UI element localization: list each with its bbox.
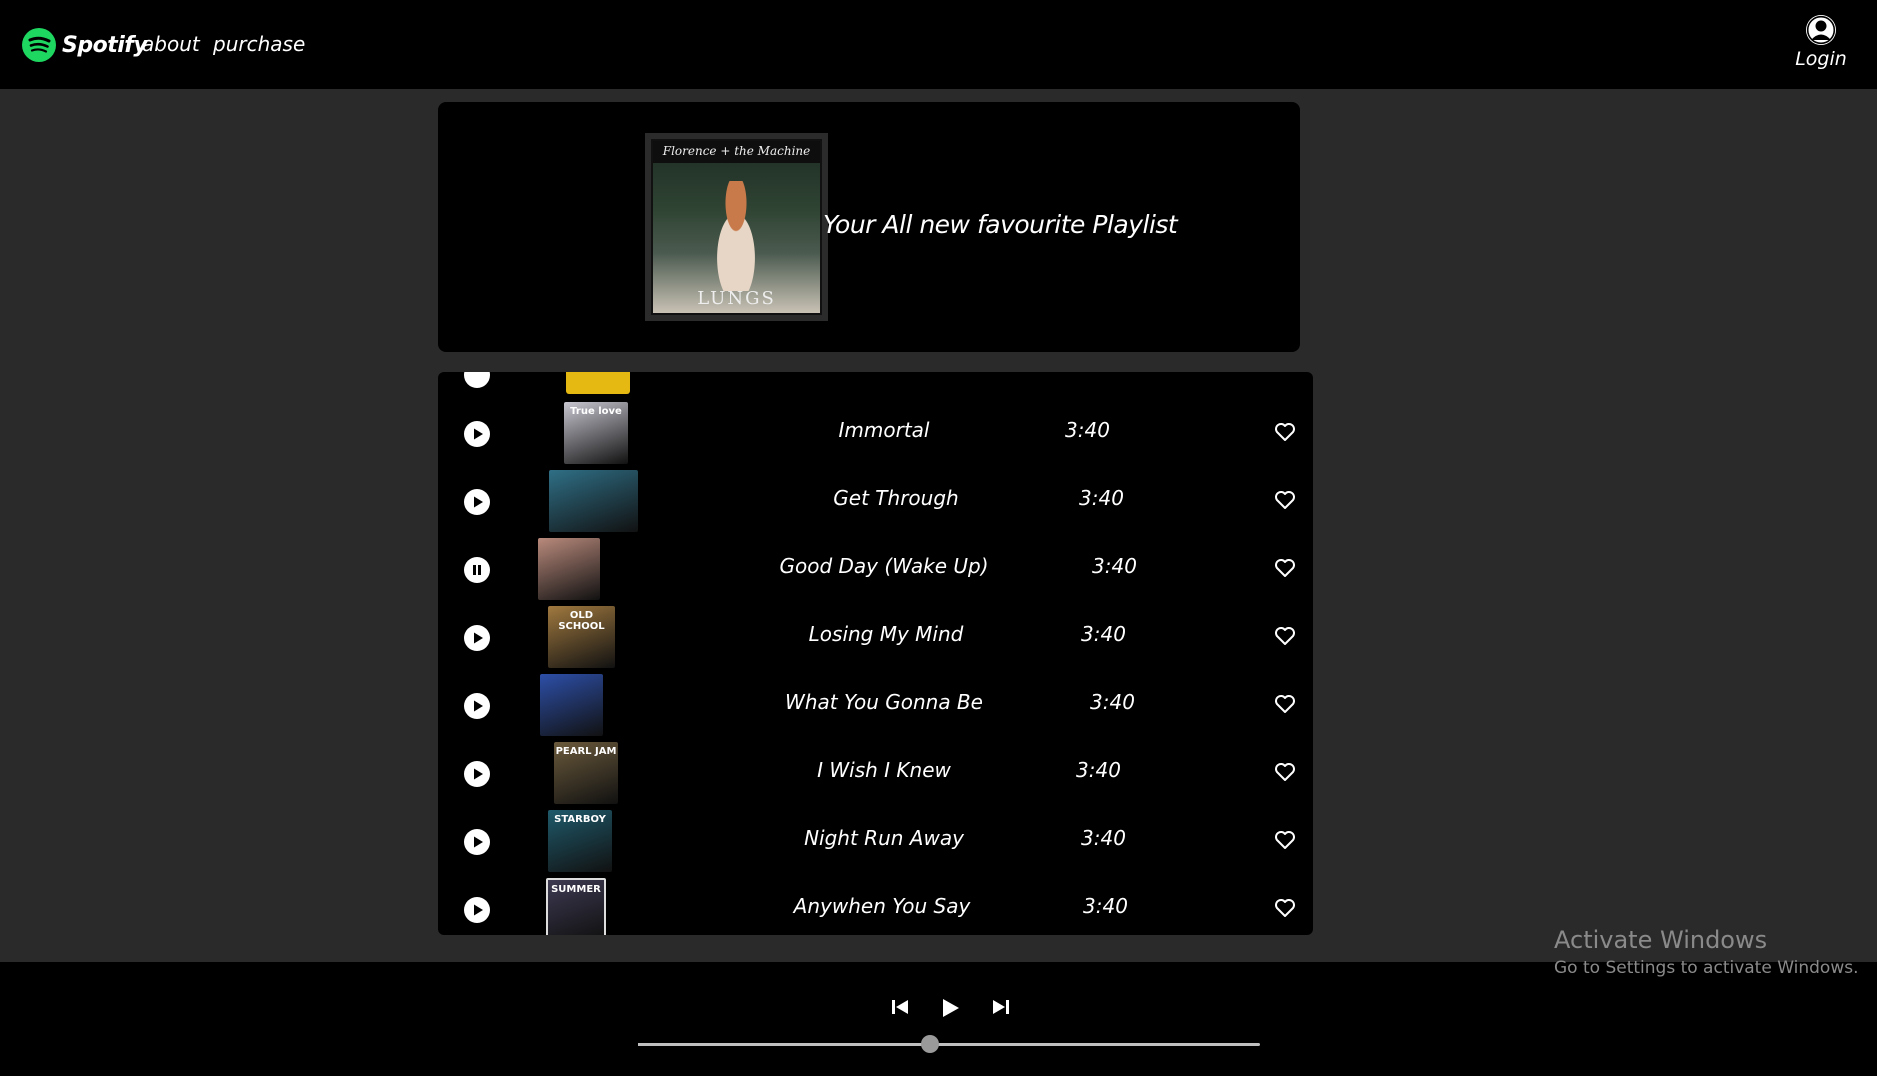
track-title: I Wish I Knew (817, 758, 951, 782)
track-duration: 3:40 (1076, 758, 1121, 782)
album-art-text: STARBOY (554, 814, 606, 825)
login-button[interactable]: Login (1795, 14, 1847, 70)
track-row[interactable]: Get Through 3:40 (438, 468, 1313, 534)
heart-icon[interactable] (1274, 626, 1296, 646)
heart-icon[interactable] (1274, 490, 1296, 510)
login-label: Login (1795, 48, 1847, 70)
track-row[interactable]: What You Gonna Be 3:40 (438, 672, 1313, 738)
top-navbar: Spotify about purchase Login (0, 0, 1877, 89)
album-art-text: SUMMER (551, 884, 601, 895)
track-duration: 3:40 (1081, 826, 1126, 850)
track-row[interactable]: OLD SCHOOL Losing My Mind 3:40 (438, 604, 1313, 670)
watermark-title: Activate Windows (1554, 926, 1768, 954)
track-title: Get Through (833, 486, 959, 510)
track-list[interactable]: True love Immortal 3:40 Get Through 3:40 Good… (438, 372, 1313, 935)
play-icon[interactable] (464, 897, 490, 923)
track-row[interactable]: Good Day (Wake Up) 3:40 (438, 536, 1313, 602)
track-title: Immortal (838, 418, 930, 442)
playlist-title: Your All new favourite Playlist (823, 210, 1178, 239)
seek-progress (638, 1043, 931, 1046)
player-bar (0, 962, 1877, 1076)
previous-track-button[interactable] (889, 996, 911, 1018)
playlist-cover: Florence + the Machine LUNGS (645, 133, 828, 321)
seek-handle[interactable] (921, 1035, 940, 1053)
spotify-logo-icon (22, 28, 56, 62)
track-album-art: SUMMER (546, 878, 606, 935)
nav-link-purchase[interactable]: purchase (213, 32, 305, 56)
play-icon[interactable] (464, 421, 490, 447)
windows-activation-watermark: Activate Windows Go to Settings to activ… (1554, 926, 1859, 978)
heart-icon[interactable] (1274, 830, 1296, 850)
play-icon[interactable] (464, 761, 490, 787)
user-avatar-icon (1806, 15, 1836, 45)
track-title: Losing My Mind (808, 622, 964, 646)
track-duration: 3:40 (1081, 622, 1126, 646)
track-row[interactable]: PEARL JAM I Wish I Knew 3:40 (438, 740, 1313, 806)
track-row[interactable]: True love Immortal 3:40 (438, 400, 1313, 466)
partial-album-art (566, 372, 630, 394)
heart-icon[interactable] (1274, 694, 1296, 714)
track-title: Anywhen You Say (793, 894, 971, 918)
track-duration: 3:40 (1083, 894, 1128, 918)
track-title: What You Gonna Be (785, 690, 983, 714)
brand-name: Spotify (62, 32, 148, 58)
track-album-art: OLD SCHOOL (548, 606, 615, 668)
track-duration: 3:40 (1092, 554, 1137, 578)
heart-icon[interactable] (1274, 558, 1296, 578)
play-icon[interactable] (464, 829, 490, 855)
heart-icon[interactable] (1274, 762, 1296, 782)
seek-bar[interactable] (638, 1035, 1260, 1053)
track-title: Night Run Away (804, 826, 964, 850)
pause-icon[interactable] (464, 557, 490, 583)
next-track-button[interactable] (990, 996, 1012, 1018)
cover-figure (703, 181, 769, 291)
play-icon[interactable] (464, 489, 490, 515)
brand-home-link[interactable]: Spotify (22, 28, 148, 62)
track-album-art (549, 470, 638, 532)
album-art-text: OLD SCHOOL (558, 610, 605, 632)
track-album-art: STARBOY (548, 810, 612, 872)
cover-album-text: LUNGS (697, 288, 776, 309)
playlist-header: Florence + the Machine LUNGS Your All ne… (438, 102, 1300, 352)
watermark-subtitle: Go to Settings to activate Windows. (1554, 958, 1859, 978)
album-art-text: PEARL JAM (555, 746, 617, 757)
track-duration: 3:40 (1090, 690, 1135, 714)
partial-play-icon (464, 372, 490, 388)
track-row[interactable]: SUMMER Anywhen You Say 3:40 (438, 876, 1313, 935)
cover-artist-text: Florence + the Machine (662, 144, 811, 158)
track-title: Good Day (Wake Up) (779, 554, 989, 578)
album-art-text: True love (570, 406, 622, 417)
nav-link-about[interactable]: about (142, 32, 200, 56)
heart-icon[interactable] (1274, 422, 1296, 442)
track-album-art: PEARL JAM (554, 742, 618, 804)
play-icon[interactable] (464, 693, 490, 719)
track-duration: 3:40 (1079, 486, 1124, 510)
track-duration: 3:40 (1065, 418, 1110, 442)
track-album-art: True love (564, 402, 628, 464)
play-icon[interactable] (464, 625, 490, 651)
heart-icon[interactable] (1274, 898, 1296, 918)
play-pause-button[interactable] (938, 996, 962, 1020)
track-album-art (538, 538, 600, 600)
track-album-art (540, 674, 603, 736)
cover-art-image: Florence + the Machine LUNGS (651, 139, 822, 315)
track-row[interactable]: STARBOY Night Run Away 3:40 (438, 808, 1313, 874)
